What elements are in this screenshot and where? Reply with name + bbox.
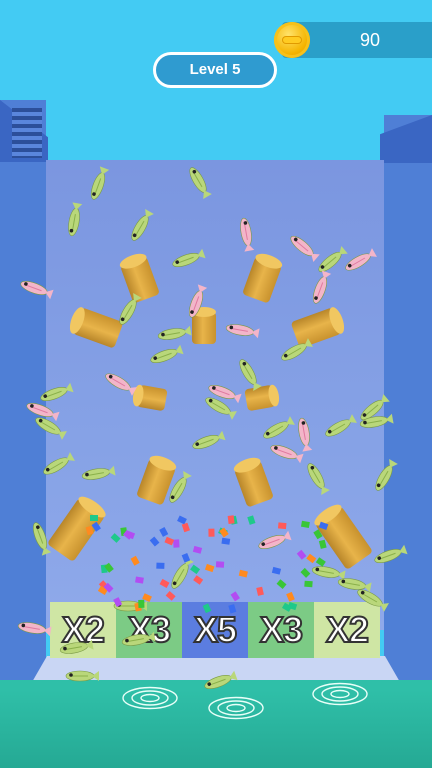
water-ripple xyxy=(321,686,359,702)
confetti xyxy=(271,566,282,575)
fish xyxy=(270,444,304,464)
fish xyxy=(171,557,194,589)
confetti xyxy=(91,521,101,532)
water-ripple xyxy=(226,703,246,713)
fish xyxy=(40,382,74,402)
confetti xyxy=(315,557,326,567)
fish xyxy=(258,530,292,550)
confetti xyxy=(286,591,295,602)
fish xyxy=(105,373,137,396)
fish xyxy=(225,324,260,339)
confetti xyxy=(159,527,169,537)
confetti xyxy=(300,567,311,578)
fish xyxy=(150,344,184,364)
confetti xyxy=(227,515,235,524)
fish xyxy=(263,416,295,439)
fish xyxy=(239,359,262,391)
confetti xyxy=(165,591,176,601)
fish xyxy=(374,544,408,564)
fish xyxy=(298,417,313,452)
level-indicator: Level 5 xyxy=(153,52,277,88)
confetti xyxy=(130,555,140,566)
fish xyxy=(121,631,156,646)
confetti xyxy=(173,539,180,548)
confetti xyxy=(304,580,313,588)
confetti xyxy=(277,522,287,530)
confetti xyxy=(135,576,144,584)
confetti xyxy=(110,533,121,543)
fish xyxy=(90,166,110,200)
fish xyxy=(188,284,208,318)
confetti xyxy=(204,563,215,573)
confetti xyxy=(156,562,165,569)
fish xyxy=(375,459,398,491)
confetti xyxy=(256,586,264,596)
confetti xyxy=(149,536,160,547)
fish xyxy=(337,578,372,593)
fish xyxy=(131,209,154,241)
confetti xyxy=(181,522,191,533)
confetti xyxy=(238,569,248,578)
confetti xyxy=(138,599,145,609)
fish xyxy=(318,245,348,273)
fish xyxy=(307,463,330,495)
confetti xyxy=(90,515,98,521)
fish xyxy=(290,235,320,263)
confetti xyxy=(164,536,175,546)
water-ripple xyxy=(140,693,160,703)
confetti xyxy=(296,549,307,560)
fish xyxy=(357,589,389,612)
fish xyxy=(240,217,255,252)
coin-icon xyxy=(274,22,310,58)
confetti xyxy=(318,521,329,530)
confetti xyxy=(190,564,201,575)
confetti xyxy=(215,561,225,568)
fish-layer xyxy=(17,166,408,720)
fish xyxy=(43,452,75,475)
confetti xyxy=(192,545,203,554)
fish xyxy=(119,293,142,325)
water-ripple xyxy=(131,690,169,706)
confetti xyxy=(208,528,215,537)
confetti xyxy=(85,525,94,536)
fish xyxy=(65,670,99,682)
fish xyxy=(312,270,332,304)
fish xyxy=(35,417,67,440)
confetti xyxy=(247,515,256,525)
fish xyxy=(311,566,346,581)
confetti xyxy=(159,578,170,589)
fish xyxy=(204,670,238,690)
fish xyxy=(172,248,206,268)
confetti xyxy=(177,515,187,525)
fish xyxy=(189,167,212,199)
fish xyxy=(157,325,192,340)
confetti xyxy=(306,553,317,564)
confetti xyxy=(318,539,327,549)
fish xyxy=(32,522,52,556)
fish xyxy=(169,471,192,503)
coin-count: 90 xyxy=(359,30,381,50)
confetti xyxy=(230,591,240,602)
fish xyxy=(345,248,377,271)
confetti xyxy=(228,604,237,614)
fish xyxy=(17,622,52,637)
fish xyxy=(59,639,94,654)
confetti xyxy=(276,579,287,589)
fish xyxy=(281,338,313,361)
water-ripple xyxy=(330,689,350,699)
fish xyxy=(20,280,54,300)
fish xyxy=(192,430,226,450)
confetti xyxy=(193,575,204,585)
water-ripple xyxy=(217,700,255,716)
fish xyxy=(81,465,116,480)
confetti xyxy=(202,603,212,614)
confetti xyxy=(221,537,231,545)
fish xyxy=(68,202,83,237)
fish xyxy=(325,414,357,437)
confetti xyxy=(313,529,323,540)
confetti xyxy=(300,520,310,528)
